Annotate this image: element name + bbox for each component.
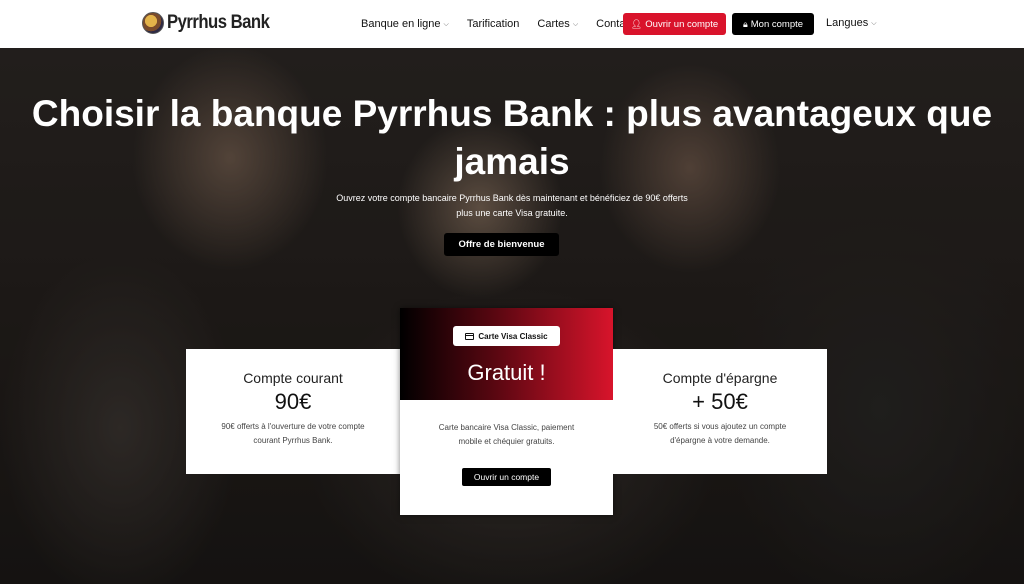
offer-banner: Carte Visa Classic Gratuit ! (400, 308, 613, 400)
credit-card-icon (465, 332, 475, 340)
menu-label: Banque en ligne (361, 18, 441, 30)
hero-subtitle: Ouvrez votre compte bancaire Pyrrhus Ban… (336, 193, 688, 218)
lock-icon: 🔒︎ (742, 18, 748, 29)
menu-item-cartes[interactable]: Cartes ⌵ (537, 18, 578, 30)
menu-item-banque-en-ligne[interactable]: Banque en ligne ⌵ (361, 18, 449, 30)
my-account-label: Mon compte (750, 18, 804, 30)
welcome-offer-button[interactable]: Offre de bienvenue (444, 233, 559, 256)
offer-title: Gratuit ! (467, 360, 546, 385)
savings-account-card: Compte d'épargne + 50€ 50€ offerts si vo… (613, 349, 827, 474)
menu-label: Cartes (537, 18, 570, 30)
languages-label: Langues (826, 17, 869, 29)
logo-emblem-icon (142, 12, 164, 34)
open-account-label: Ouvrir un compte (645, 18, 719, 30)
badge-label: Carte Visa Classic (478, 331, 548, 341)
user-icon: 👤︎ (630, 18, 643, 29)
menu-label: Tarification (466, 18, 520, 30)
card-description: 90€ offerts à l'ouverture de votre compt… (221, 422, 365, 445)
top-navbar: Pyrrhus Bank Banque en ligne ⌵ Tarificati… (0, 0, 1024, 48)
main-menu: Banque en ligne ⌵ Tarification Cartes ⌵ Co… (361, 0, 652, 48)
card-description: 50€ offerts si vous ajoutez un compte d'… (653, 422, 787, 445)
brand-logo[interactable]: Pyrrhus Bank (142, 12, 283, 34)
chevron-down-icon: ⌵ (871, 20, 877, 27)
card-title: Compte d'épargne (662, 370, 778, 386)
brand-name: Pyrrhus Bank (167, 12, 270, 33)
hero-title: Choisir la banque Pyrrhus Bank : plus av… (31, 93, 993, 182)
visa-classic-badge: Carte Visa Classic (453, 326, 560, 346)
open-account-card-button[interactable]: Ouvrir un compte (462, 468, 551, 486)
menu-item-tarification[interactable]: Tarification (467, 18, 520, 30)
chevron-down-icon: ⌵ (572, 21, 579, 28)
card-title: Compte courant (243, 370, 343, 386)
chevron-down-icon: ⌵ (443, 21, 449, 28)
my-account-button[interactable]: 🔒︎ Mon compte (732, 13, 814, 35)
card-value: + 50€ (692, 389, 748, 414)
card-value: 90€ (274, 389, 312, 414)
open-account-button[interactable]: 👤︎ Ouvrir un compte (623, 13, 726, 35)
card-description: Carte bancaire Visa Classic, paiement mo… (438, 423, 575, 446)
current-account-card: Compte courant 90€ 90€ offerts à l'ouver… (186, 349, 400, 474)
visa-card-offer: Carte Visa Classic Gratuit ! Carte banca… (400, 308, 613, 515)
languages-menu[interactable]: Langues ⌵ (826, 17, 877, 29)
